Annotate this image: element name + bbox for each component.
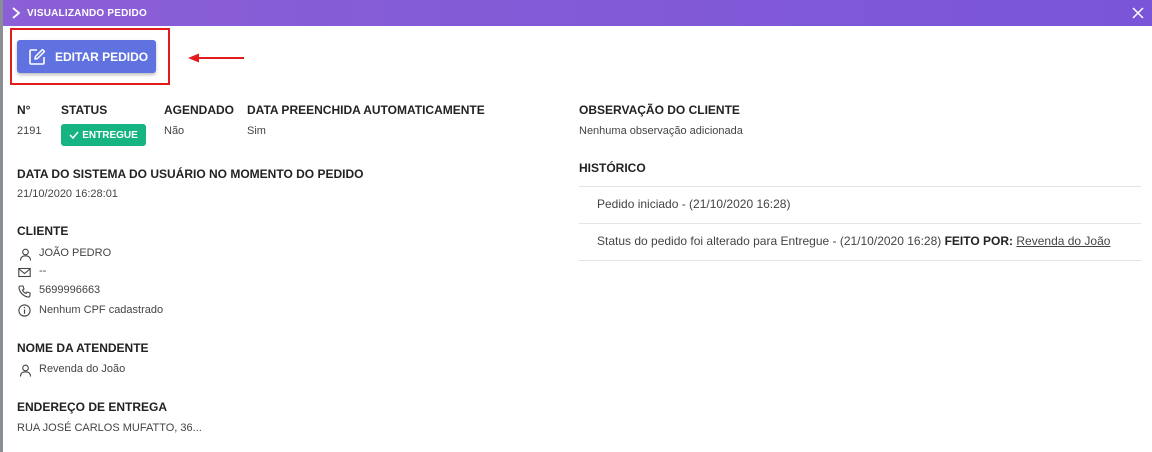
mail-icon bbox=[18, 267, 31, 278]
edit-order-label: EDITAR PEDIDO bbox=[55, 49, 149, 64]
history-item-text: Pedido iniciado - (21/10/2020 16:28) bbox=[597, 197, 791, 211]
history-list: Pedido iniciado - (21/10/2020 16:28) Sta… bbox=[579, 186, 1141, 261]
modal-header: VISUALIZANDO PEDIDO bbox=[3, 0, 1152, 26]
status-label: STATUS bbox=[61, 103, 108, 117]
attendant-name: Revenda do João bbox=[39, 363, 126, 375]
check-icon bbox=[69, 131, 79, 140]
user-icon bbox=[19, 364, 32, 377]
close-icon[interactable] bbox=[1130, 5, 1146, 21]
autofill-value: Sim bbox=[247, 125, 266, 137]
delivery-address: RUA JOSÉ CARLOS MUFATTO, 36... bbox=[17, 422, 202, 434]
order-number-label: N° bbox=[17, 103, 31, 117]
history-by-label: FEITO POR: bbox=[944, 234, 1014, 248]
system-date-label: DATA DO SISTEMA DO USUÁRIO NO MOMENTO DO… bbox=[17, 167, 364, 181]
client-email: -- bbox=[39, 265, 47, 277]
edit-order-button[interactable]: EDITAR PEDIDO bbox=[17, 40, 156, 73]
annotation-arrow bbox=[188, 53, 244, 63]
order-number: 2191 bbox=[17, 125, 42, 137]
client-cpf: Nenhum CPF cadastrado bbox=[39, 304, 164, 316]
history-item: Pedido iniciado - (21/10/2020 16:28) bbox=[579, 187, 1141, 224]
user-icon bbox=[19, 248, 32, 261]
client-phone: 5699996663 bbox=[39, 284, 101, 296]
modal-title: VISUALIZANDO PEDIDO bbox=[27, 7, 147, 19]
history-label: HISTÓRICO bbox=[579, 161, 646, 175]
info-icon bbox=[18, 304, 31, 317]
status-badge-text: ENTREGUE bbox=[82, 129, 138, 141]
system-date-value: 21/10/2020 16:28:01 bbox=[17, 188, 118, 200]
history-item-text: Status do pedido foi alterado para Entre… bbox=[597, 234, 945, 248]
history-by-link[interactable]: Revenda do João bbox=[1016, 234, 1110, 248]
observation-label: OBSERVAÇÃO DO CLIENTE bbox=[579, 103, 740, 117]
history-item: Status do pedido foi alterado para Entre… bbox=[579, 224, 1141, 261]
attendant-label: NOME DA ATENDENTE bbox=[17, 341, 149, 355]
chevron-right-icon bbox=[11, 6, 25, 20]
background-window-edge bbox=[0, 0, 3, 452]
autofill-label: DATA PREENCHIDA AUTOMATICAMENTE bbox=[247, 103, 485, 117]
edit-icon bbox=[28, 48, 46, 66]
phone-icon bbox=[18, 285, 31, 298]
scheduled-value: Não bbox=[164, 125, 185, 137]
delivery-label: ENDEREÇO DE ENTREGA bbox=[17, 400, 168, 414]
observation-text: Nenhuma observação adicionada bbox=[579, 125, 743, 137]
scheduled-label: AGENDADO bbox=[164, 103, 235, 117]
status-badge: ENTREGUE bbox=[61, 124, 146, 146]
client-label: CLIENTE bbox=[17, 224, 69, 238]
client-name: JOÃO PEDRO bbox=[39, 247, 112, 259]
